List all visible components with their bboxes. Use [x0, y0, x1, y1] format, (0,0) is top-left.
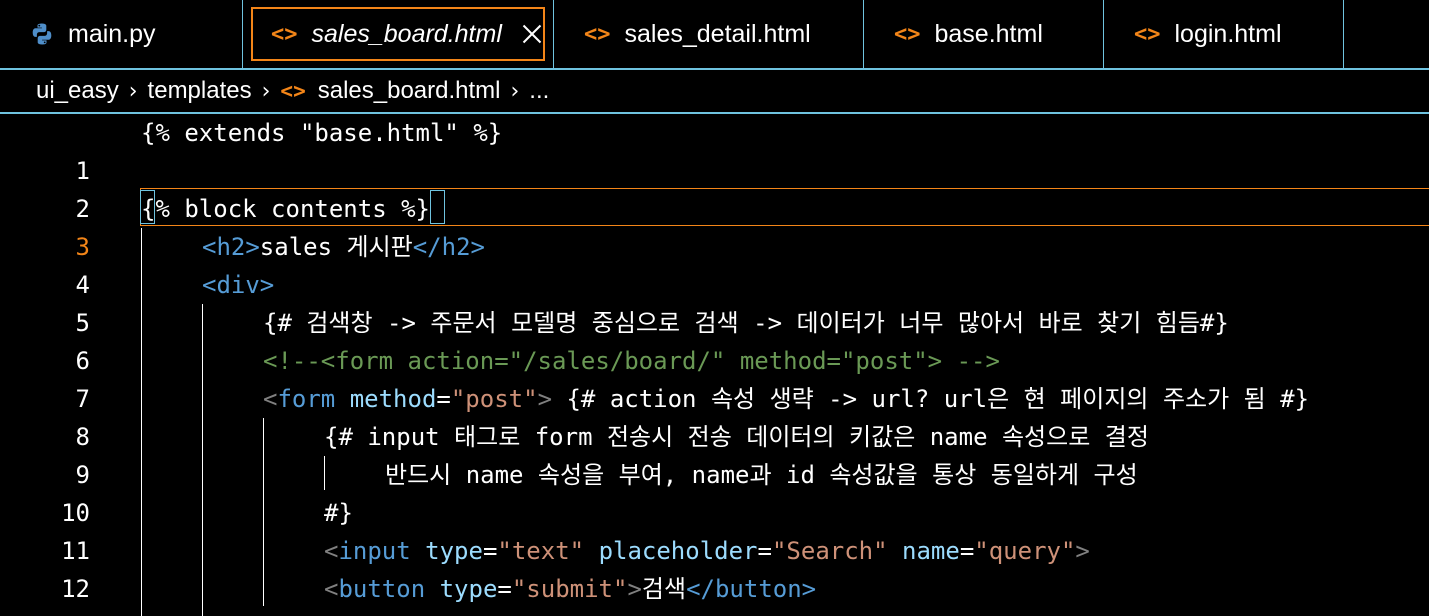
breadcrumb-item-templates[interactable]: templates [148, 77, 252, 105]
h2-open-tag: <h2> [202, 233, 260, 261]
jinja-comment: {# action 속성 생략 -> url? url은 현 페이지의 주소가 … [552, 385, 1310, 413]
code-text: <input type="text" placeholder="Search" … [324, 532, 1090, 570]
equals: = [497, 575, 512, 603]
tag-lt: < [324, 575, 339, 603]
h2-text: sales 게시판 [259, 233, 413, 261]
value-post: "post" [450, 385, 538, 413]
tab-sales-detail-html[interactable]: <> sales_detail.html [554, 0, 864, 68]
tag-lt: < [263, 385, 278, 413]
code-editor[interactable]: 1 {% extends "base.html" %} 2 3 {% block… [0, 114, 1429, 616]
code-text: <h2>sales 게시판</h2> [202, 228, 485, 266]
form-tag: form [277, 385, 336, 413]
html-code-icon: <> [1134, 21, 1161, 47]
tab-base-html[interactable]: <> base.html [864, 0, 1104, 68]
value-submit: "submit" [511, 575, 628, 603]
tab-main-py[interactable]: main.py [0, 0, 243, 68]
value-search: "Search" [771, 537, 888, 565]
code-line: 10 반드시 name 속성을 부여, name과 id 속성값을 통상 동일하… [0, 456, 1429, 527]
tab-label: base.html [934, 19, 1043, 48]
chevron-right-icon: › [128, 78, 138, 104]
tab-sales-board-html[interactable]: <> sales_board.html [243, 0, 554, 68]
h2-close-tag: </h2> [412, 233, 485, 261]
button-tag: button [338, 575, 426, 603]
code-line: 5 <div> [0, 266, 1429, 337]
html-code-icon: <> [584, 21, 611, 47]
code-text: {% block contents %} [141, 190, 430, 228]
tag-gt: > [1075, 537, 1090, 565]
tab-label: main.py [68, 19, 156, 48]
jinja-comment: {# 검색창 -> 주문서 모델명 중심으로 검색 -> 데이터가 너무 많아서… [263, 309, 1229, 337]
attr-type: type [425, 537, 483, 565]
code-line: 7 <!--<form action="/sales/board/" metho… [0, 342, 1429, 413]
python-icon [30, 22, 54, 46]
button-close-tag: </button> [686, 575, 817, 603]
bracket-open: { [141, 195, 156, 223]
code-text: {% extends "base.html" %} [141, 119, 503, 147]
code-line: 2 [0, 152, 1429, 223]
tab-login-html[interactable]: <> login.html [1104, 0, 1344, 68]
tab-label: sales_detail.html [624, 19, 811, 48]
editor-tab-bar: main.py <> sales_board.html <> sales_det… [0, 0, 1429, 70]
code-line: 4 <h2>sales 게시판</h2> [0, 228, 1429, 299]
attr-placeholder: placeholder [598, 537, 758, 565]
html-code-icon: <> [280, 79, 306, 103]
code-line: 12 <input type="text" placeholder="Searc… [0, 532, 1429, 603]
button-text: 검색 [641, 575, 687, 603]
jinja-comment: {# input 태그로 form 전송시 전송 데이터의 키값은 name 속… [324, 423, 1149, 451]
equals: = [959, 537, 975, 565]
jinja-comment: #} [324, 499, 353, 527]
breadcrumb: ui_easy › templates › <> sales_board.htm… [0, 70, 1429, 114]
code-line: 6 {# 검색창 -> 주문서 모델명 중심으로 검색 -> 데이터가 너무 많… [0, 304, 1429, 375]
tag-lt: < [324, 537, 339, 565]
equals: = [436, 385, 451, 413]
equals: = [757, 537, 772, 565]
code-line: 8 <form method="post"> {# action 속성 생략 -… [0, 380, 1429, 451]
code-text: <form method="post"> {# action 속성 생략 -> … [263, 380, 1309, 418]
breadcrumb-item-file[interactable]: sales_board.html [318, 77, 501, 105]
chevron-right-icon: › [510, 78, 520, 104]
tag-gt: > [537, 385, 553, 413]
value-text: "text" [497, 537, 585, 565]
input-tag: input [338, 537, 411, 565]
html-code-icon: <> [271, 21, 298, 47]
bracket-close: } [415, 195, 430, 223]
code-line: 1 {% extends "base.html" %} [0, 114, 1429, 185]
breadcrumb-item-symbols[interactable]: ... [529, 77, 549, 105]
value-query: "query" [974, 537, 1076, 565]
breadcrumb-item-ui-easy[interactable]: ui_easy [36, 77, 119, 105]
jinja-comment: 반드시 name 속성을 부여, name과 id 속성값을 통상 동일하게 구… [385, 461, 1138, 489]
tab-label: sales_board.html [311, 19, 502, 48]
tab-label: login.html [1174, 19, 1282, 48]
code-line: 11 #} [0, 494, 1429, 565]
tag-gt: > [627, 575, 642, 603]
div-open-tag: <div> [202, 271, 275, 299]
chevron-right-icon: › [261, 78, 271, 104]
attr-type: type [439, 575, 498, 603]
close-icon[interactable] [522, 24, 542, 44]
code-line: 9 {# input 태그로 form 전송시 전송 데이터의 키값은 name… [0, 418, 1429, 489]
code-line: 13 <button type="submit">검색</button> [0, 570, 1429, 616]
code-text: <button type="submit">검색</button> [324, 570, 816, 608]
html-code-icon: <> [894, 21, 921, 47]
equals: = [482, 537, 498, 565]
block-directive: % block contents % [155, 195, 416, 223]
code-editor-window: main.py <> sales_board.html <> sales_det… [0, 0, 1429, 616]
line-number: 13 [0, 608, 90, 616]
html-comment: <!--<form action="/sales/board/" method=… [263, 347, 1000, 375]
attr-name: name [902, 537, 960, 565]
attr-method: method [349, 385, 437, 413]
code-line-current: 3 {% block contents %} [0, 190, 1429, 261]
